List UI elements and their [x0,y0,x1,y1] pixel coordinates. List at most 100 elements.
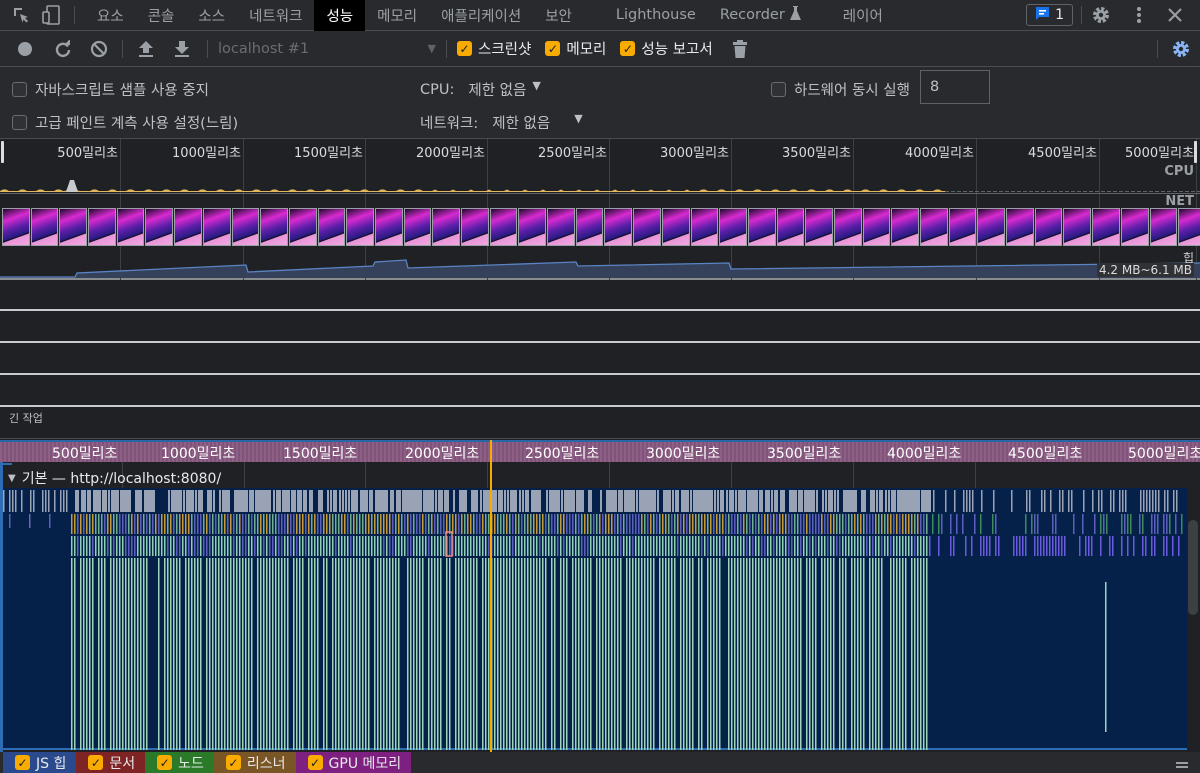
call-bar[interactable] [464,536,466,556]
call-bar[interactable] [923,514,925,534]
call-bar[interactable] [737,536,739,556]
call-bar[interactable] [1145,536,1147,556]
task-bar[interactable] [48,490,50,512]
call-bar[interactable] [785,536,787,556]
call-bar[interactable] [218,558,220,750]
task-bar[interactable] [537,490,541,512]
call-bar[interactable] [314,558,316,750]
call-bar[interactable] [1151,514,1153,534]
call-bar[interactable] [521,514,523,534]
task-bar[interactable] [963,490,965,512]
call-bar[interactable] [782,514,784,534]
call-bar[interactable] [938,536,940,556]
task-bar[interactable] [390,490,394,512]
call-bar[interactable] [407,558,409,750]
call-bar[interactable] [980,536,982,556]
task-bar[interactable] [1155,490,1157,512]
call-bar[interactable] [287,536,289,556]
task-bar[interactable] [573,490,575,512]
call-bar[interactable] [356,514,358,534]
screenshot-frame[interactable] [432,208,460,246]
call-bar[interactable] [209,514,211,534]
call-bar[interactable] [788,514,790,534]
call-bar[interactable] [197,536,199,556]
call-bar[interactable] [107,514,109,534]
task-bar[interactable] [30,490,32,512]
task-bar[interactable] [495,490,497,512]
call-bar[interactable] [983,536,985,556]
call-bar[interactable] [287,558,289,750]
call-bar[interactable] [740,536,742,556]
task-bar[interactable] [12,490,14,512]
call-bar[interactable] [875,514,877,534]
call-bar[interactable] [737,514,739,534]
overview-right-handle[interactable] [1194,141,1197,163]
call-bar[interactable] [743,514,745,534]
task-bar[interactable] [21,490,23,512]
call-bar[interactable] [296,558,298,750]
memory-checkbox[interactable]: ✓ 메모리 [545,38,606,59]
screenshot-frame[interactable] [1120,208,1149,246]
call-bar[interactable] [677,536,679,556]
call-bar[interactable] [212,558,214,750]
call-bar[interactable] [398,536,400,556]
call-bar[interactable] [857,536,859,556]
call-bar[interactable] [101,514,103,534]
call-bar[interactable] [611,514,613,534]
call-bar[interactable] [206,514,208,534]
call-bar[interactable] [458,558,460,750]
call-bar[interactable] [176,514,178,534]
call-bar[interactable] [329,514,331,534]
task-bar[interactable] [879,490,883,512]
call-bar[interactable] [830,536,832,556]
call-bar[interactable] [596,558,598,750]
call-bar[interactable] [128,558,130,750]
call-bar[interactable] [563,514,565,534]
call-bar[interactable] [341,536,343,556]
call-bar[interactable] [851,514,853,534]
call-bar[interactable] [497,514,499,534]
call-bar[interactable] [416,514,418,534]
call-bar[interactable] [653,514,655,534]
task-bar[interactable] [108,490,110,512]
call-bar[interactable] [449,536,451,556]
call-bar[interactable] [1082,514,1084,534]
task-bar[interactable] [432,490,434,512]
call-bar[interactable] [335,536,337,556]
call-bar[interactable] [698,514,700,534]
call-bar[interactable] [731,514,733,534]
call-bar[interactable] [161,536,163,556]
task-bar[interactable] [519,490,521,512]
call-bar[interactable] [260,558,262,750]
call-bar[interactable] [743,558,745,750]
call-bar[interactable] [356,558,358,750]
call-bar[interactable] [89,536,91,556]
flame-chart[interactable] [3,488,1187,750]
call-bar[interactable] [674,536,676,556]
tab-6[interactable]: 애플리케이션 [429,0,533,31]
web-vitals-checkbox[interactable]: ✓ 성능 보고서 [620,38,713,59]
call-bar[interactable] [251,514,253,534]
call-bar[interactable] [806,514,808,534]
screenshot-frame[interactable] [461,208,489,246]
call-bar[interactable] [302,536,304,556]
call-bar[interactable] [317,558,319,750]
call-bar[interactable] [926,514,928,534]
call-bar[interactable] [578,536,580,556]
task-bar[interactable] [339,490,341,512]
call-bar[interactable] [140,536,142,556]
call-bar[interactable] [647,558,649,750]
task-bar[interactable] [15,490,17,512]
call-bar[interactable] [356,536,358,556]
call-bar[interactable] [398,514,400,534]
cpu-throttle-select[interactable]: 제한 없음 ▼ [468,79,540,100]
call-bar[interactable] [353,536,355,556]
task-bar[interactable] [657,490,659,512]
call-bar[interactable] [812,536,814,556]
call-bar[interactable] [278,536,280,556]
call-bar[interactable] [125,514,127,534]
call-bar[interactable] [722,514,724,534]
call-bar[interactable] [566,536,568,556]
call-bar[interactable] [344,514,346,534]
call-bar[interactable] [533,514,535,534]
